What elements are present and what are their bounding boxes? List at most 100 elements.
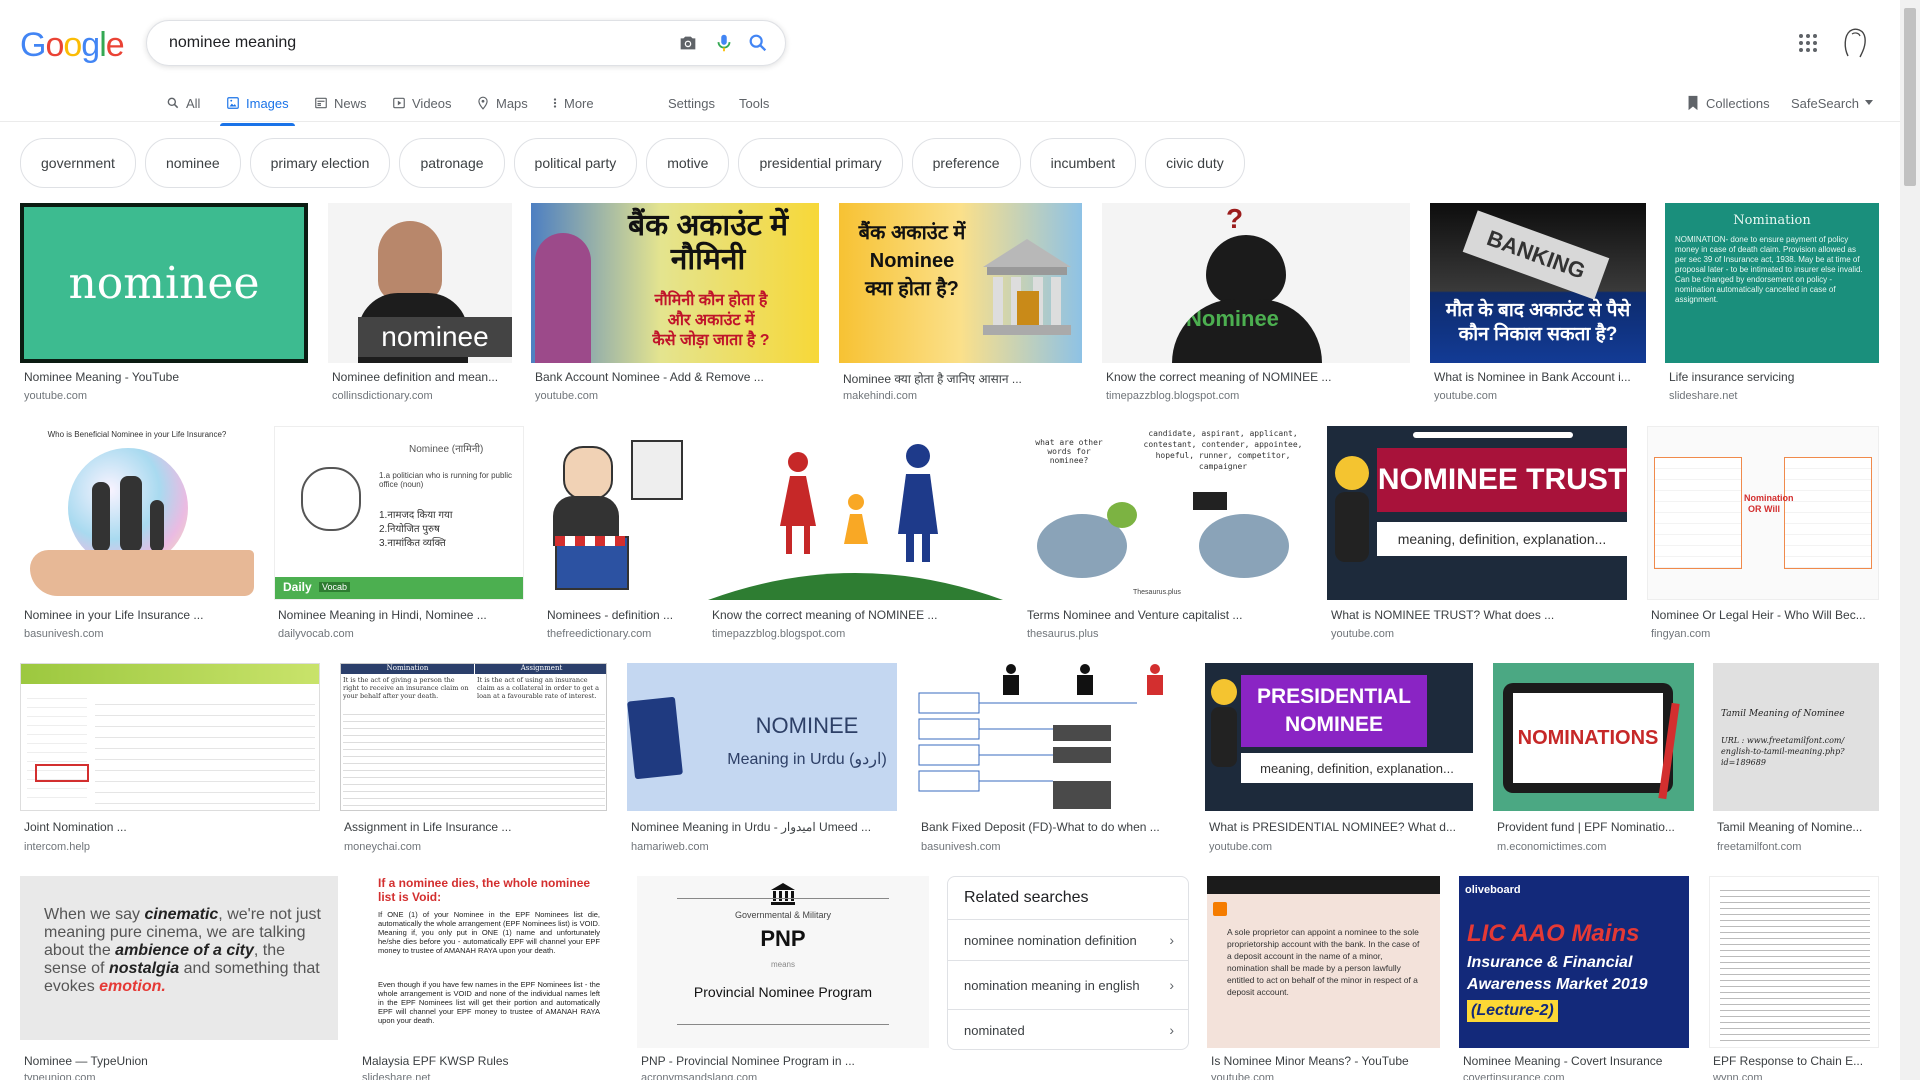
thumbnail-text: PRESIDENTIAL NOMINEE — [1241, 675, 1427, 747]
tools-link[interactable]: Tools — [739, 88, 769, 118]
chip[interactable]: motive — [646, 138, 730, 188]
collections-link[interactable]: Collections — [1686, 88, 1770, 118]
scrollbar-thumb[interactable] — [1904, 8, 1916, 186]
form-image — [1654, 457, 1742, 569]
chip[interactable]: civic duty — [1145, 138, 1245, 188]
result-title: Is Nominee Minor Means? - YouTube — [1211, 1054, 1409, 1068]
result-title: Nominee क्या होता है जानिए आसान ... — [843, 372, 1022, 386]
image-result[interactable]: what are other words for nominee? candid… — [1023, 426, 1307, 644]
image-result[interactable]: A sole proprietor can appoint a nominee … — [1207, 876, 1440, 1080]
result-source: covertinsurance.com — [1463, 1072, 1565, 1080]
app-header — [21, 664, 319, 684]
chip[interactable]: primary election — [249, 138, 391, 188]
image-result[interactable]: Nomination Assignment It is the act of g… — [340, 663, 607, 863]
search-box[interactable] — [146, 20, 786, 66]
image-result[interactable]: EPF Response to Chain E... wynn.com — [1709, 876, 1879, 1080]
tab-maps[interactable]: Maps — [476, 88, 528, 118]
image-result[interactable]: BANKING मौत के बाद अकाउंट से पैसे कौन नि… — [1430, 203, 1646, 407]
image-result[interactable]: बैंक अकाउंट में नौमिनी नौमिनी कौन होता ह… — [531, 203, 819, 407]
image-result[interactable]: If a nominee dies, the whole nominee lis… — [358, 876, 608, 1080]
image-result[interactable]: nominee Nominee definition and mean... c… — [328, 203, 512, 407]
image-result[interactable]: Joint Nomination ... intercom.help — [20, 663, 320, 863]
image-result[interactable]: NOMINEE TRUST meaning, definition, expla… — [1327, 426, 1627, 644]
result-title: Terms Nominee and Venture capitalist ... — [1027, 608, 1243, 622]
result-source: collinsdictionary.com — [332, 390, 433, 402]
apps-grid-icon[interactable] — [1798, 33, 1818, 53]
chip[interactable]: incumbent — [1029, 138, 1137, 188]
settings-link[interactable]: Settings — [668, 88, 715, 118]
result-thumbnail: BANKING मौत के बाद अकाउंट से पैसे कौन नि… — [1430, 203, 1646, 363]
result-title: Nominee — TypeUnion — [24, 1054, 148, 1068]
google-logo[interactable]: Google — [20, 26, 125, 65]
image-result[interactable]: PRESIDENTIAL NOMINEE meaning, definition… — [1205, 663, 1473, 863]
silhouette-head — [1206, 235, 1286, 305]
result-thumbnail: PRESIDENTIAL NOMINEE meaning, definition… — [1205, 663, 1473, 811]
brand-text: oliveboard — [1465, 884, 1521, 896]
result-source: basunivesh.com — [921, 841, 1001, 853]
result-title: Life insurance servicing — [1669, 370, 1795, 384]
image-result[interactable]: nominee Nominee Meaning - YouTube youtub… — [20, 203, 308, 407]
chip[interactable]: government — [20, 138, 136, 188]
thumbnail-text: Even though if you have few names in the… — [378, 980, 600, 1025]
avatar[interactable] — [1840, 26, 1870, 60]
rule — [677, 898, 889, 899]
chip[interactable]: presidential primary — [738, 138, 903, 188]
title-bar — [1413, 432, 1573, 438]
chip[interactable]: nominee — [144, 138, 241, 188]
portrait-frame — [631, 440, 683, 500]
result-source: youtube.com — [1434, 390, 1497, 402]
chip[interactable]: political party — [513, 138, 638, 188]
image-result[interactable]: oliveboard LIC AAO Mains Insurance & Fin… — [1459, 876, 1689, 1080]
image-result[interactable]: Nominee (नामिनी) 1.a politician who is r… — [274, 426, 524, 644]
logo-letter: g — [81, 26, 100, 64]
result-thumbnail: NOMINEE TRUST meaning, definition, expla… — [1327, 426, 1627, 600]
tab-videos[interactable]: Videos — [392, 88, 452, 118]
tab-all[interactable]: All — [166, 88, 200, 118]
chip[interactable]: preference — [911, 138, 1021, 188]
image-result[interactable]: Nomination NOMINATION- done to ensure pa… — [1665, 203, 1879, 407]
result-thumbnail: If a nominee dies, the whole nominee lis… — [358, 876, 608, 1048]
result-title: What is PRESIDENTIAL NOMINEE? What d... — [1209, 820, 1456, 834]
safesearch-menu[interactable]: SafeSearch — [1791, 88, 1873, 118]
result-title: Assignment in Life Insurance ... — [344, 820, 512, 834]
result-title: EPF Response to Chain E... — [1713, 1054, 1864, 1068]
image-result[interactable]: Bank Fixed Deposit (FD)-What to do when … — [917, 663, 1185, 863]
search-icon[interactable] — [747, 32, 769, 54]
image-result[interactable]: Nominees - definition ... thefreediction… — [543, 426, 688, 644]
tab-news[interactable]: News — [314, 88, 367, 118]
image-result[interactable]: Governmental & Military PNP means Provin… — [637, 876, 929, 1080]
related-search-item[interactable]: nominee nomination definition › — [948, 919, 1188, 960]
image-result[interactable]: Who is Beneficial Nominee in your Life I… — [20, 426, 254, 644]
chip[interactable]: patronage — [399, 138, 505, 188]
related-search-item[interactable]: nominated › — [948, 1009, 1188, 1050]
image-result[interactable]: NOMINEE Meaning in Urdu (اردو) Nominee M… — [627, 663, 897, 863]
image-result[interactable]: ? Nominee Know the correct meaning of NO… — [1102, 203, 1410, 407]
result-source: youtube.com — [1209, 841, 1272, 853]
meme-face — [301, 467, 361, 531]
result-source: timepazzblog.blogspot.com — [712, 628, 846, 640]
result-thumbnail — [917, 663, 1185, 811]
caret-down-icon — [1864, 100, 1873, 105]
sidebar-mock — [27, 690, 87, 806]
image-result[interactable]: बैंक अकाउंट में Nominee क्या होता है? No… — [839, 203, 1082, 407]
person-figure — [535, 233, 591, 363]
result-thumbnail: A sole proprietor can appoint a nominee … — [1207, 876, 1440, 1048]
camera-icon[interactable] — [677, 32, 699, 54]
tab-images[interactable]: Images — [220, 88, 295, 126]
microphone-icon[interactable] — [713, 32, 735, 54]
video-bar — [1207, 876, 1440, 894]
image-result[interactable]: Know the correct meaning of NOMINEE ... … — [708, 426, 1003, 644]
related-search-label: nomination meaning in english — [964, 977, 1140, 993]
image-result[interactable]: Tamil Meaning of Nominee URL : www.freet… — [1713, 663, 1879, 863]
result-source: typeunion.com — [24, 1072, 96, 1080]
image-result[interactable]: NOMINATIONS Provident fund | EPF Nominat… — [1493, 663, 1694, 863]
image-result[interactable]: When we say cinematic, we're not just me… — [20, 876, 338, 1080]
related-search-item[interactable]: nomination meaning in english › — [948, 960, 1188, 1009]
result-source: fingyan.com — [1651, 628, 1711, 640]
image-result[interactable]: Nomination OR Will Nominee Or Legal Heir… — [1647, 426, 1879, 644]
result-thumbnail: NOMINATIONS — [1493, 663, 1694, 811]
result-title: Know the correct meaning of NOMINEE ... — [1106, 370, 1332, 384]
search-input[interactable] — [167, 31, 631, 55]
tab-more[interactable]: More — [552, 88, 594, 118]
cartoon-head — [1211, 679, 1237, 705]
